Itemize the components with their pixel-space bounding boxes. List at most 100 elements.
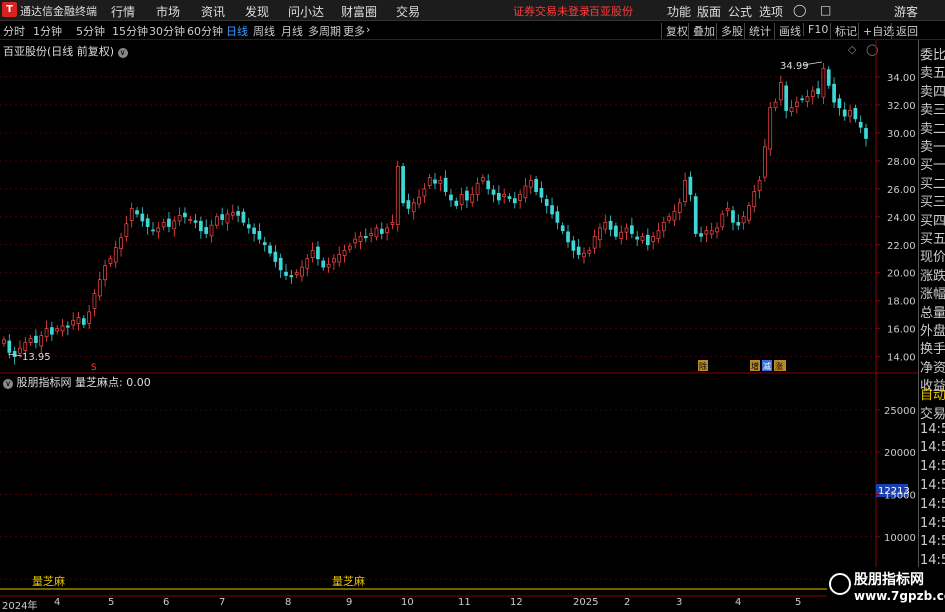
candle-body	[316, 246, 320, 260]
marker-s[interactable]: S	[91, 363, 97, 373]
candle-body	[635, 236, 640, 240]
candle-body	[71, 319, 76, 326]
quote-label: 买五	[920, 232, 945, 247]
candle-body	[289, 275, 294, 278]
indicator-label-2: 量芝麻	[332, 574, 365, 588]
period-weekly[interactable]: 周线	[253, 23, 275, 39]
candle-body	[454, 200, 459, 206]
indicator-label-1: 量芝麻	[32, 574, 65, 588]
candle-body	[699, 233, 703, 237]
period-1min[interactable]: 1分钟	[33, 23, 62, 39]
menu-jiaoyi[interactable]: 交易	[396, 3, 420, 20]
candle-body	[571, 240, 576, 251]
candle-body	[858, 121, 863, 128]
menu-banmian[interactable]: 版面	[697, 3, 721, 20]
btn-f10[interactable]: F10	[803, 23, 828, 36]
btn-fuquan[interactable]: 复权	[661, 23, 688, 39]
candle-body	[630, 225, 634, 234]
period-30min[interactable]: 30分钟	[149, 23, 185, 39]
menu-wenxiaoda[interactable]: 问小达	[288, 3, 324, 20]
quote-label: 总量	[920, 305, 945, 321]
candle-body	[337, 254, 342, 263]
candle-body	[805, 96, 810, 102]
period-multi[interactable]: 多周期	[308, 23, 341, 39]
candle-body	[422, 188, 427, 197]
candle-body	[156, 227, 161, 233]
menu-faxian[interactable]: 发现	[245, 3, 269, 20]
price-tick-label: 24.00	[887, 213, 916, 224]
menu-zixun[interactable]: 资讯	[201, 3, 225, 20]
period-more[interactable]: 更多	[343, 23, 365, 39]
period-fenshi[interactable]: 分时	[3, 23, 25, 39]
candle-body	[741, 216, 746, 224]
period-15min[interactable]: 15分钟	[112, 23, 148, 39]
candle-body	[709, 230, 714, 235]
price-tick-label: 20.00	[887, 269, 916, 280]
candle-body	[645, 234, 650, 246]
candle-body	[576, 246, 581, 255]
candle-body	[651, 236, 656, 242]
period-5min[interactable]: 5分钟	[76, 23, 105, 39]
candle-body	[390, 222, 395, 225]
candle-body	[18, 347, 22, 354]
watermark: 股朋指标网 www.7gpzb.com	[827, 567, 945, 609]
candle-body	[763, 146, 767, 178]
candle-body	[640, 236, 645, 241]
period-60min[interactable]: 60分钟	[187, 23, 223, 39]
trade-tick-label[interactable]: 自动	[920, 384, 945, 403]
candle-body	[688, 176, 693, 195]
chevron-right-icon[interactable]: ›	[366, 23, 370, 36]
stock-title: 百亚股份	[589, 5, 633, 18]
chart-area[interactable]: 34.99 13.95 S 除 增 减 涨 量芝麻 量芝麻 12213 14.0…	[0, 40, 919, 609]
candle-body	[715, 227, 719, 233]
btn-add-watchlist[interactable]: +自选	[858, 23, 894, 39]
candle-body	[193, 220, 198, 223]
period-monthly[interactable]: 月线	[281, 23, 303, 39]
candle-body	[779, 82, 783, 101]
price-axis: 14.00 16.00 18.00 20.00 22.00 24.00 26.00 28.00…	[876, 73, 916, 364]
candle-body	[539, 187, 544, 198]
menu-caifuquan[interactable]: 财富圈	[341, 3, 377, 20]
menu-gongneng[interactable]: 功能	[667, 3, 691, 20]
trade-tick-label: 14:56	[920, 478, 945, 493]
candle-body	[757, 180, 762, 191]
candle-body	[731, 210, 735, 223]
btn-diejia[interactable]: 叠加	[688, 23, 715, 39]
guest-label[interactable]: 游客	[894, 3, 918, 20]
candle-body	[7, 340, 12, 353]
trade-tick-label[interactable]: 交易	[920, 403, 945, 422]
quote-label: 卖三	[920, 103, 945, 119]
btn-back[interactable]: 返回	[891, 23, 918, 39]
trade-tick-label: 14:56	[920, 534, 945, 550]
btn-huaxian[interactable]: 画线	[774, 23, 801, 39]
trade-tick-label: 14:56	[920, 496, 945, 512]
btn-tongji[interactable]: 统计	[744, 23, 771, 39]
message-icon[interactable]: □	[820, 3, 831, 17]
candle-body	[246, 224, 251, 229]
quote-label: 涨幅	[920, 287, 945, 303]
high-label: 34.99	[780, 61, 809, 72]
candle-body	[794, 101, 799, 107]
period-daily[interactable]: 日线	[226, 23, 248, 39]
watermark-logo-icon	[829, 573, 851, 595]
menu-gongshi[interactable]: 公式	[728, 3, 752, 20]
login-warning[interactable]: 证券交易未登录	[513, 3, 590, 19]
candle-body	[752, 191, 757, 208]
btn-biaoji[interactable]: 标记	[830, 23, 857, 39]
quote-label: 买一	[920, 158, 945, 174]
menu-hangqing[interactable]: 行情	[111, 3, 135, 20]
menu-shichang[interactable]: 市场	[156, 3, 180, 20]
x-tick: 7	[219, 597, 226, 608]
candle-body	[747, 205, 751, 221]
candle-body	[544, 199, 549, 206]
title-bar: T 通达信金融终端 行情 市场 资讯 发现 问小达 财富圈 交易 证券交易未登录…	[0, 0, 945, 21]
trade-tick-label: 14:56	[920, 515, 945, 531]
candle-body	[252, 227, 256, 234]
help-icon[interactable]: ◯	[793, 3, 806, 17]
btn-duogu[interactable]: 多股	[716, 23, 743, 39]
menu-xuanxiang[interactable]: 选项	[759, 3, 783, 20]
candle-body	[358, 236, 363, 242]
candle-body	[842, 109, 847, 117]
candle-body	[465, 190, 469, 201]
candle-body	[124, 223, 129, 237]
